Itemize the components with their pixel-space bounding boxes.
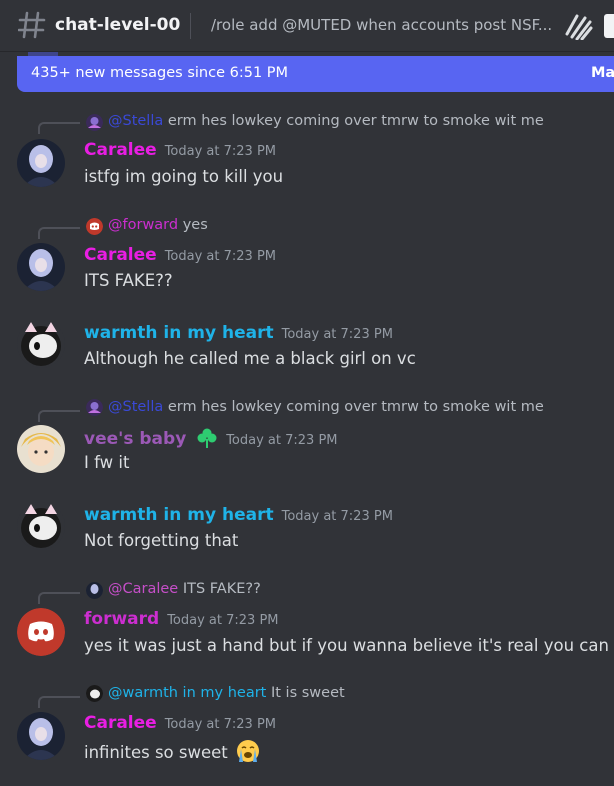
reply-avatar[interactable] [86,582,103,599]
author-name[interactable]: warmth in my heart [84,505,274,525]
channel-name: chat-level-00 [55,15,181,35]
message-timestamp: Today at 7:23 PM [164,144,277,159]
message-author: warmth in my heart Today at 7:23 PM [84,323,393,343]
mark-as-read-button[interactable]: Ma [591,65,614,81]
header-divider [190,13,191,39]
message-author: warmth in my heart Today at 7:23 PM [84,505,393,525]
message-timestamp: Today at 7:23 PM [281,509,393,524]
avatar[interactable] [17,425,65,473]
reply-preview[interactable]: @Caralee ITS FAKE?? [108,581,261,597]
reply-connector [38,227,80,239]
reply-mention[interactable]: @forward [108,217,178,233]
reply-avatar[interactable] [86,114,103,131]
threads-icon[interactable] [563,12,593,40]
member-list-icon[interactable] [604,14,614,38]
message-author: forward Today at 7:23 PM [84,609,279,629]
reply-mention[interactable]: @warmth in my heart [108,685,266,701]
message-content: Not forgetting that [84,531,239,550]
message-timestamp: Today at 7:23 PM [281,327,393,342]
reply-avatar[interactable] [86,685,103,702]
message-author: Caralee Today at 7:23 PM [84,713,276,733]
message-timestamp: Today at 7:23 PM [226,433,338,448]
reply-text[interactable]: ITS FAKE?? [183,581,261,597]
reply-mention[interactable]: @Stella [108,399,163,415]
message-author: vee's baby Today at 7:23 PM [84,427,338,449]
reply-text[interactable]: erm hes lowkey coming over tmrw to smoke… [168,399,544,415]
loudly-crying-emoji-icon [237,740,259,762]
new-messages-bar[interactable]: 435+ new messages since 6:51 PM Ma [17,56,614,92]
message-content: istfg im going to kill you [84,167,284,186]
reply-text[interactable]: erm hes lowkey coming over tmrw to smoke… [168,113,544,129]
author-name[interactable]: vee's baby [84,429,186,449]
avatar[interactable] [17,502,65,550]
new-messages-text: 435+ new messages since 6:51 PM [31,65,289,81]
message-content: Although he called me a black girl on vc [84,349,416,368]
reply-preview[interactable]: @forward yes [108,217,208,233]
channel-header: chat-level-00 /role add @MUTED when acco… [0,0,614,52]
reply-preview[interactable]: @Stella erm hes lowkey coming over tmrw … [108,399,544,415]
reply-connector [38,122,80,134]
avatar[interactable] [17,243,65,291]
avatar[interactable] [17,320,65,368]
author-name[interactable]: forward [84,609,159,629]
avatar[interactable] [17,712,65,760]
reply-preview[interactable]: @warmth in my heart It is sweet [108,685,345,701]
author-name[interactable]: Caralee [84,713,157,733]
message-content: infinites so sweet [84,738,261,764]
message-author: Caralee Today at 7:23 PM [84,140,276,160]
hashtag-icon [18,11,46,39]
message-text: infinites so sweet [84,743,228,762]
reply-avatar[interactable] [86,218,103,235]
channel-topic[interactable]: /role add @MUTED when accounts post NSF.… [211,16,552,34]
reply-connector [38,410,80,422]
message-content: I fw it [84,453,130,472]
message-author: Caralee Today at 7:23 PM [84,245,276,265]
reply-text[interactable]: It is sweet [271,685,345,701]
reply-avatar[interactable] [86,399,103,416]
author-name[interactable]: warmth in my heart [84,323,274,343]
author-name[interactable]: Caralee [84,245,157,265]
message-content: yes it was just a hand but if you wanna … [84,636,609,655]
message-timestamp: Today at 7:23 PM [164,717,277,732]
reply-connector [38,696,80,708]
message-content: ITS FAKE?? [84,271,173,290]
avatar[interactable] [17,608,65,656]
clover-emoji-icon [197,428,217,448]
author-name[interactable]: Caralee [84,140,157,160]
message-timestamp: Today at 7:23 PM [164,249,277,264]
avatar[interactable] [17,139,65,187]
reply-preview[interactable]: @Stella erm hes lowkey coming over tmrw … [108,113,544,129]
message-timestamp: Today at 7:23 PM [167,613,279,628]
reply-mention[interactable]: @Caralee [108,581,178,597]
reply-mention[interactable]: @Stella [108,113,163,129]
reply-text[interactable]: yes [183,217,208,233]
reply-connector [38,592,80,604]
